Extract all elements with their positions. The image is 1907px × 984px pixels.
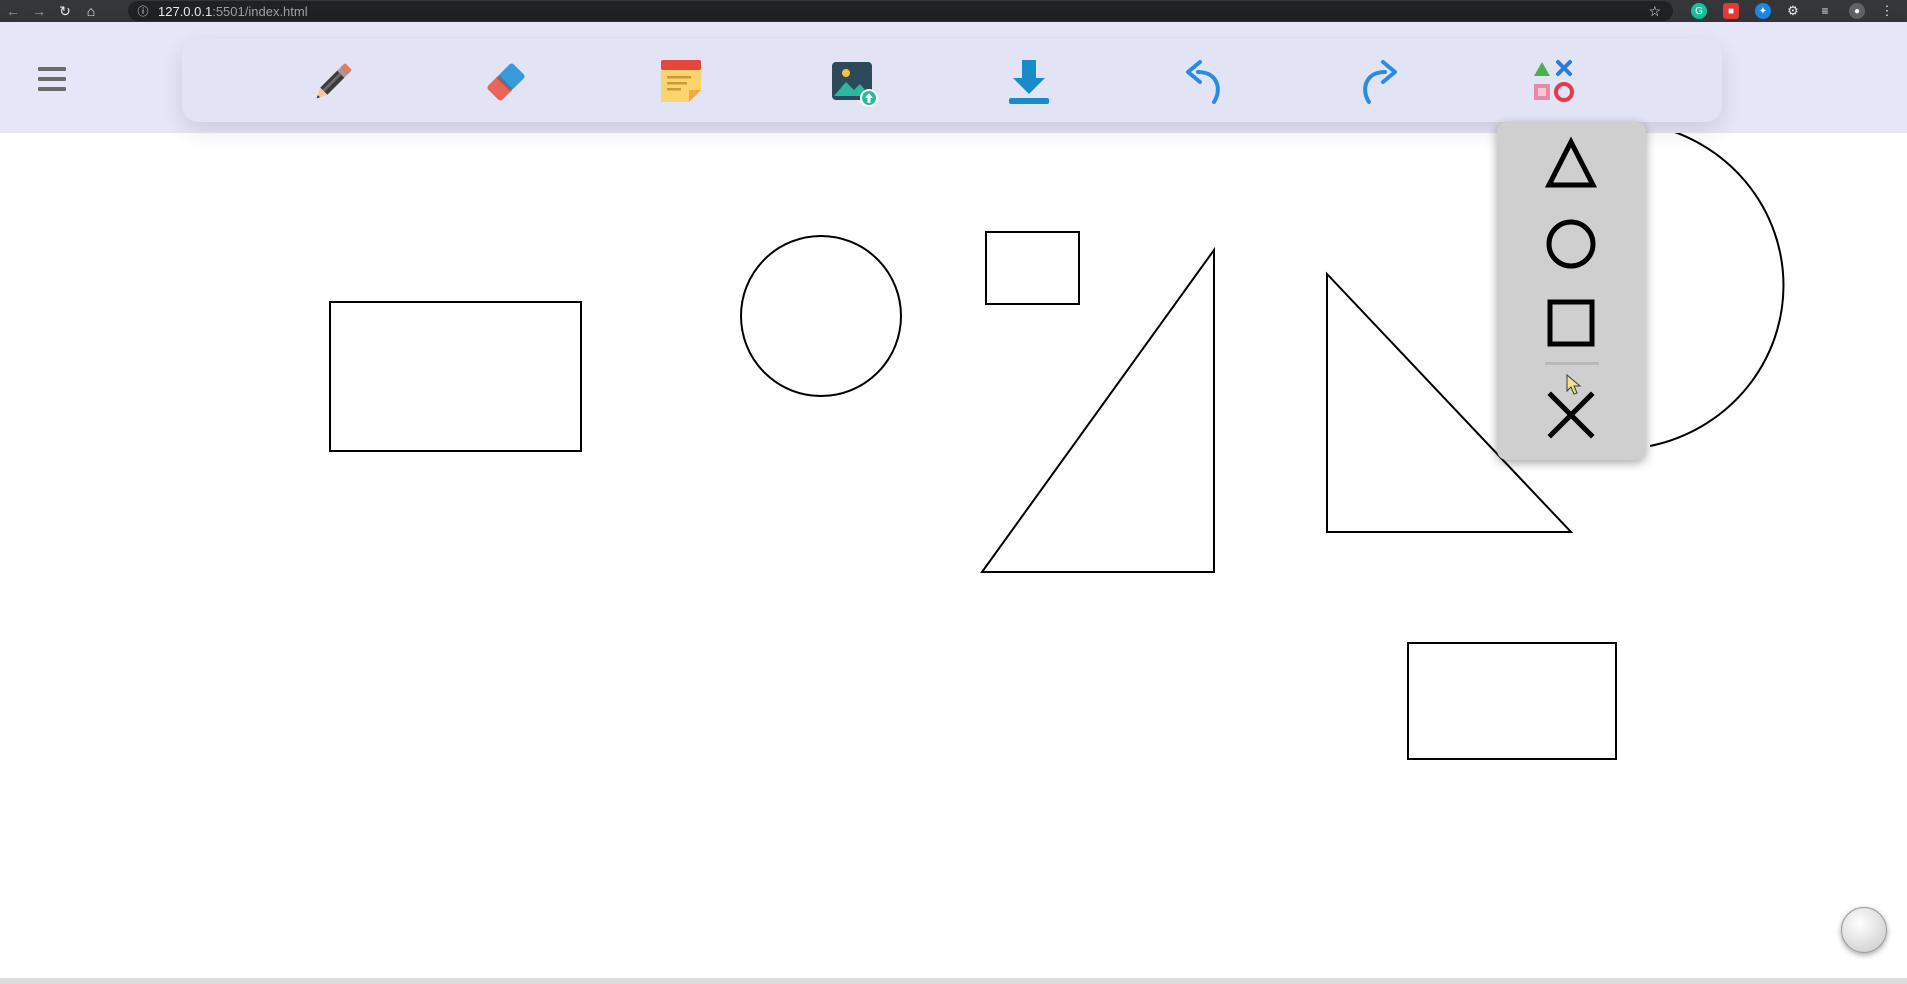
undo-tool-button[interactable] (1177, 55, 1231, 109)
square-menu-item[interactable] (1540, 292, 1602, 354)
shape-menu (1497, 122, 1646, 460)
image-upload-tool-button[interactable] (827, 55, 881, 109)
floating-action-button[interactable] (1841, 907, 1887, 953)
puzzle-icon[interactable]: ⚙ (1785, 3, 1801, 19)
drawn-triangle-1 (980, 246, 1215, 573)
drawn-circle (740, 235, 902, 397)
redo-tool-button[interactable] (1352, 55, 1406, 109)
url-host: 127.0.0.1 (158, 3, 213, 19)
triangle-menu-item[interactable] (1540, 132, 1602, 194)
browser-toolbar: ← → ↻ ⌂ ⓘ 127.0.0.1:5501/index.html ☆ G … (0, 0, 1907, 22)
hamburger-icon[interactable] (38, 67, 66, 91)
shapes-tool-button[interactable] (1527, 55, 1581, 109)
circle-icon (1546, 219, 1596, 269)
eraser-tool-button[interactable] (479, 55, 533, 109)
extension-blue-icon[interactable]: ✦ (1755, 3, 1771, 19)
menu-divider (1545, 362, 1599, 365)
profile-icon[interactable]: ● (1849, 3, 1865, 19)
url-path: :5501/index.html (212, 3, 308, 19)
redo-icon (1363, 60, 1397, 104)
more-menu-icon[interactable]: ⋮ (1879, 3, 1895, 19)
drawn-rectangle-2 (985, 231, 1080, 305)
shapes-icon (1534, 60, 1574, 102)
bookmark-star-icon[interactable]: ☆ (1648, 3, 1661, 20)
eraser-icon (487, 63, 525, 101)
pencil-icon (316, 63, 352, 99)
triangle-icon (1544, 136, 1598, 188)
download-tool-button[interactable] (1002, 55, 1056, 109)
pencil-tool-button[interactable] (306, 55, 360, 109)
address-bar[interactable]: ⓘ 127.0.0.1:5501/index.html ☆ (128, 1, 1673, 21)
forward-button[interactable]: → (26, 0, 52, 22)
site-info-icon[interactable]: ⓘ (134, 3, 152, 19)
media-control-icon[interactable]: ≡ (1817, 3, 1833, 19)
image-upload-icon (832, 62, 878, 107)
screen-recorder-icon[interactable]: ■ (1723, 3, 1739, 19)
drawn-rectangle-1 (329, 301, 582, 452)
main-toolbar (182, 39, 1722, 122)
undo-icon (1186, 60, 1220, 104)
drawn-rectangle-3 (1407, 642, 1617, 760)
download-icon (1009, 60, 1049, 104)
square-icon (1547, 299, 1595, 347)
page-bottom-edge (0, 978, 1907, 984)
address-url: 127.0.0.1:5501/index.html (158, 4, 308, 19)
mouse-cursor-icon (1566, 374, 1582, 395)
back-button[interactable]: ← (0, 0, 26, 22)
sticky-note-tool-button[interactable] (654, 55, 708, 109)
grammarly-icon[interactable]: G (1691, 3, 1707, 19)
reload-button[interactable]: ↻ (52, 0, 78, 22)
home-button[interactable]: ⌂ (78, 0, 104, 22)
circle-menu-item[interactable] (1540, 213, 1602, 275)
sticky-note-icon (661, 60, 701, 102)
drawn-semicircle (1649, 133, 1785, 447)
